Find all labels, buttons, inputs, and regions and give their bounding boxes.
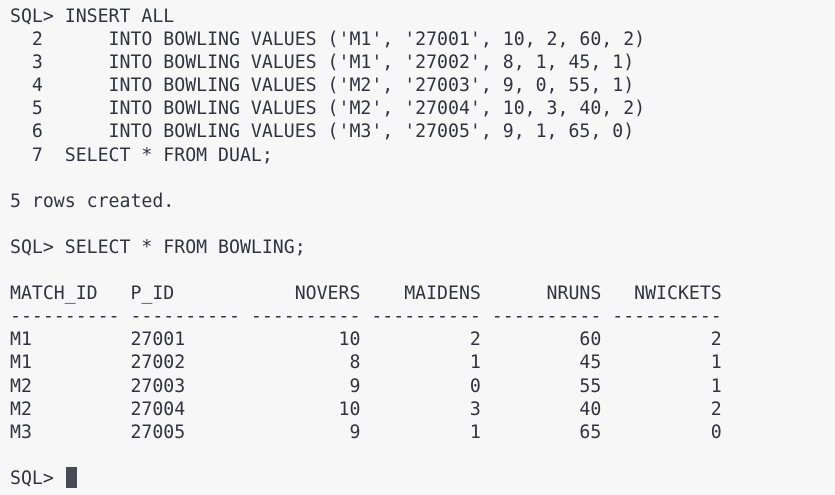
terminal-output[interactable]: SQL> INSERT ALL 2 INTO BOWLING VALUES ('… — [10, 5, 722, 490]
insert-row-line-4: 4 INTO BOWLING VALUES ('M2', '27003', 9,… — [10, 75, 635, 97]
rows-created-message: 5 rows created. — [10, 190, 175, 212]
result-row: M1 27002 8 1 45 1 — [10, 352, 722, 374]
active-prompt-line[interactable]: SQL> — [10, 466, 722, 490]
result-row: M2 27004 10 3 40 2 — [10, 398, 722, 420]
result-row: M3 27005 9 1 65 0 — [10, 421, 722, 443]
result-row: M2 27003 9 0 55 1 — [10, 375, 722, 397]
result-header-separator: ---------- ---------- ---------- -------… — [10, 306, 722, 328]
select-bowling-command-line: SQL> SELECT * FROM BOWLING; — [10, 236, 306, 258]
result-row: M1 27001 10 2 60 2 — [10, 329, 722, 351]
insert-all-command-line: SQL> INSERT ALL — [10, 6, 175, 27]
sql-prompt: SQL> — [10, 467, 65, 489]
insert-row-line-5: 5 INTO BOWLING VALUES ('M2', '27004', 10… — [10, 98, 646, 120]
insert-row-line-2: 2 INTO BOWLING VALUES ('M1', '27001', 10… — [10, 29, 646, 51]
result-column-headers: MATCH_ID P_ID NOVERS MAIDENS NRUNS NWICK… — [10, 283, 722, 305]
insert-row-line-3: 3 INTO BOWLING VALUES ('M1', '27002', 8,… — [10, 52, 635, 74]
text-cursor — [65, 466, 77, 488]
insert-row-line-6: 6 INTO BOWLING VALUES ('M3', '27005', 9,… — [10, 121, 635, 143]
select-dual-line-7: 7 SELECT * FROM DUAL; — [10, 144, 273, 166]
